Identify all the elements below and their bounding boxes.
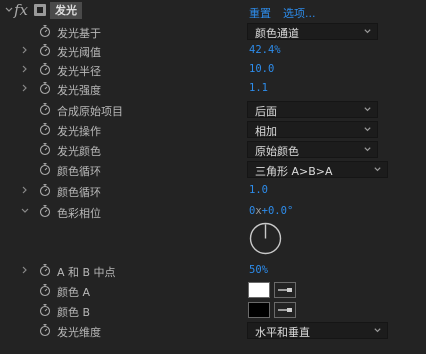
property-label: 发光操作 <box>57 125 101 138</box>
property-label: 发光基于 <box>57 27 101 40</box>
dropdown-value: 后面 <box>255 105 277 118</box>
property-label: 颜色循环 <box>57 186 101 199</box>
effect-controls-icon <box>34 4 46 16</box>
dropdown-value: 颜色通道 <box>255 27 299 40</box>
stopwatch-icon[interactable] <box>38 263 52 277</box>
eyedropper-icon[interactable] <box>274 302 296 318</box>
chevron-down-icon <box>363 125 372 134</box>
chevron-down-icon <box>373 326 382 335</box>
stopwatch-icon[interactable] <box>38 162 52 176</box>
property-row-color-loops: 颜色循环 1.0 <box>0 181 426 200</box>
chevron-right-icon[interactable] <box>20 185 30 195</box>
dropdown-value: 三角形 A>B>A <box>255 165 333 178</box>
stopwatch-icon[interactable] <box>38 204 52 218</box>
glow-dimensions-dropdown[interactable]: 水平和垂直 <box>247 322 388 339</box>
property-label: A 和 B 中点 <box>57 266 116 279</box>
property-label: 颜色循环 <box>57 165 101 178</box>
color-a-swatch[interactable] <box>248 282 270 298</box>
stopwatch-icon[interactable] <box>38 122 52 136</box>
property-row-glow-threshold: 发光阈值 42.4% <box>0 41 426 60</box>
chevron-right-icon[interactable] <box>20 265 30 275</box>
stopwatch-icon[interactable] <box>38 81 52 95</box>
stopwatch-icon[interactable] <box>38 183 52 197</box>
property-row-color-phase: 色彩相位 0x+0.0° <box>0 202 426 221</box>
chevron-down-icon[interactable] <box>20 206 30 216</box>
property-label: 发光阈值 <box>57 46 101 59</box>
property-row-glow-dimensions: 发光维度 水平和垂直 <box>0 321 426 340</box>
chevron-down-icon <box>363 145 372 154</box>
stopwatch-icon[interactable] <box>38 303 52 317</box>
stopwatch-icon[interactable] <box>38 24 52 38</box>
effect-name[interactable]: 发光 <box>50 2 82 19</box>
fx-toggle[interactable]: fx <box>14 1 28 19</box>
dropdown-value: 相加 <box>255 125 277 138</box>
property-row-glow-radius: 发光半径 10.0 <box>0 60 426 79</box>
property-row-glow-intensity: 发光强度 1.1 <box>0 79 426 98</box>
property-label: 合成原始项目 <box>57 105 123 118</box>
stopwatch-icon[interactable] <box>38 43 52 57</box>
glow-radius-value[interactable]: 10.0 <box>249 63 274 75</box>
chevron-down-icon[interactable] <box>4 5 14 15</box>
reset-link[interactable]: 重置 <box>249 5 271 21</box>
angle-dial[interactable] <box>249 222 282 255</box>
property-row-glow-colors: 发光颜色 原始颜色 <box>0 140 426 159</box>
property-label: 颜色 A <box>57 286 91 299</box>
property-label: 颜色 B <box>57 306 91 319</box>
color-looping-dropdown[interactable]: 三角形 A>B>A <box>247 161 388 178</box>
stopwatch-icon[interactable] <box>38 62 52 76</box>
dropdown-value: 原始颜色 <box>255 145 299 158</box>
stopwatch-icon[interactable] <box>38 142 52 156</box>
property-label: 发光颜色 <box>57 145 101 158</box>
dropdown-value: 水平和垂直 <box>255 326 310 339</box>
property-row-glow-operation: 发光操作 相加 <box>0 120 426 139</box>
property-label: 发光强度 <box>57 84 101 97</box>
property-label: 发光半径 <box>57 65 101 78</box>
chevron-right-icon[interactable] <box>20 45 30 55</box>
color-loops-value[interactable]: 1.0 <box>249 184 268 196</box>
glow-based-on-dropdown[interactable]: 颜色通道 <box>247 23 378 40</box>
property-row-glow-based-on: 发光基于 颜色通道 <box>0 22 426 41</box>
glow-threshold-value[interactable]: 42.4% <box>249 44 281 56</box>
chevron-right-icon[interactable] <box>20 64 30 74</box>
options-link[interactable]: 选项... <box>283 5 316 21</box>
property-row-color-b: 颜色 B <box>0 301 426 320</box>
property-row-ab-midpoint: A 和 B 中点 50% <box>0 261 426 280</box>
color-phase-value[interactable]: 0x+0.0° <box>249 205 293 217</box>
property-row-color-a: 颜色 A <box>0 281 426 300</box>
stopwatch-icon[interactable] <box>38 323 52 337</box>
property-row-composite-original: 合成原始项目 后面 <box>0 100 426 119</box>
chevron-down-icon <box>373 165 382 174</box>
stopwatch-icon[interactable] <box>38 102 52 116</box>
glow-intensity-value[interactable]: 1.1 <box>249 82 268 94</box>
chevron-down-icon <box>363 27 372 36</box>
property-row-color-looping: 颜色循环 三角形 A>B>A <box>0 160 426 179</box>
effect-header: fx 发光 重置 选项... <box>0 0 426 22</box>
glow-operation-dropdown[interactable]: 相加 <box>247 121 378 138</box>
color-b-swatch[interactable] <box>248 302 270 318</box>
glow-colors-dropdown[interactable]: 原始颜色 <box>247 141 378 158</box>
property-label: 发光维度 <box>57 326 101 339</box>
chevron-right-icon[interactable] <box>20 83 30 93</box>
eyedropper-icon[interactable] <box>274 282 296 298</box>
stopwatch-icon[interactable] <box>38 283 52 297</box>
phase-degrees: +0.0° <box>261 205 294 217</box>
property-label: 色彩相位 <box>57 207 101 220</box>
chevron-down-icon <box>363 105 372 114</box>
composite-original-dropdown[interactable]: 后面 <box>247 101 378 118</box>
ab-midpoint-value[interactable]: 50% <box>249 264 268 276</box>
